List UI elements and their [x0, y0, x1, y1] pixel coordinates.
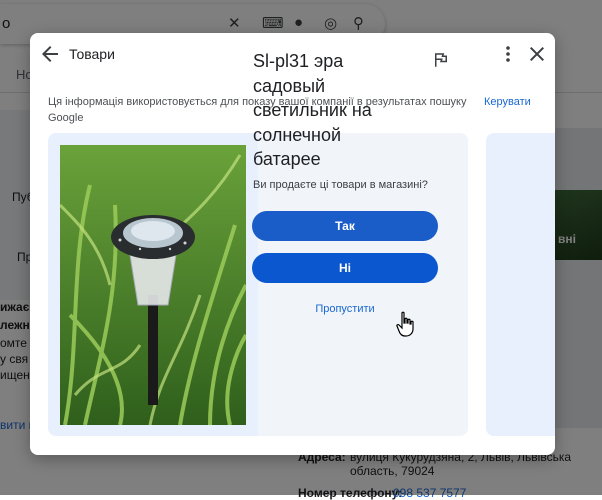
close-button[interactable]	[525, 42, 549, 66]
yes-button[interactable]: Так	[252, 211, 438, 241]
dialog-title: Товари	[69, 46, 115, 62]
arrow-left-icon	[42, 46, 58, 62]
sell-question: Ви продаєте ці товари в магазині?	[253, 179, 428, 191]
close-icon	[530, 47, 544, 61]
next-product-card[interactable]	[486, 133, 555, 436]
report-button[interactable]	[432, 51, 450, 69]
manage-link[interactable]: Керувати	[484, 94, 531, 110]
product-image	[60, 145, 246, 425]
more-options-button[interactable]	[496, 42, 520, 66]
more-vert-icon	[506, 46, 510, 62]
back-button[interactable]	[38, 42, 62, 66]
products-dialog: Товари Ця інформація використовується дл…	[30, 33, 555, 455]
solar-lamp-photo	[60, 145, 246, 425]
flag-icon	[435, 53, 447, 67]
skip-link[interactable]: Пропустити	[252, 303, 438, 315]
no-button[interactable]: Ні	[252, 253, 438, 283]
product-title: Sl-pl31 эра садовый светильник на солнеч…	[253, 51, 372, 169]
